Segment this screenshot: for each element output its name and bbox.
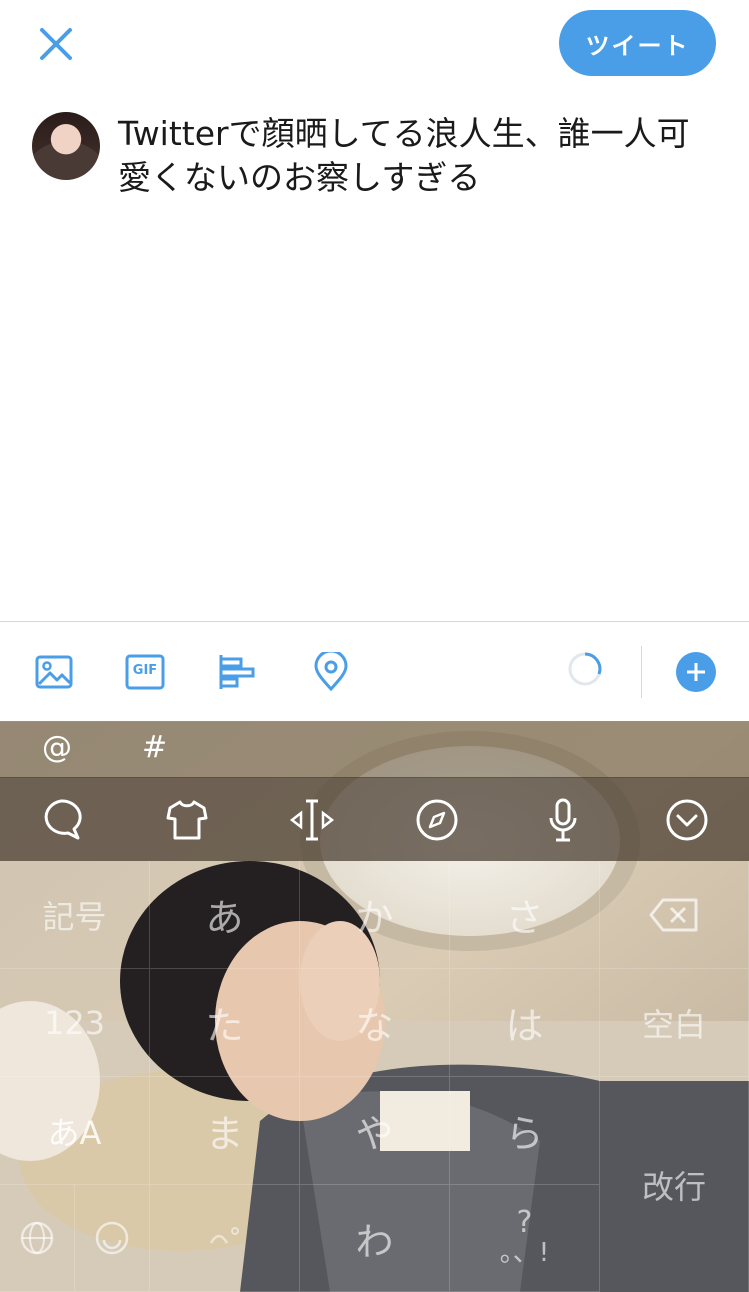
poll-icon [219,655,255,689]
tweet-button[interactable]: ツイート [559,10,716,76]
key-dakuten[interactable] [150,1185,300,1292]
key-na[interactable]: な [300,969,450,1077]
dakuten-icon [209,1227,239,1244]
key-kigou[interactable]: 記号 [0,861,150,969]
compose-header: ツイート [0,0,749,100]
punct-bottom: 。、! [499,1238,550,1268]
chat-bubble-icon[interactable] [38,797,84,843]
key-wa[interactable]: わ [300,1185,450,1292]
location-button[interactable] [311,649,351,692]
location-icon [314,649,348,692]
gif-label: GIF [132,663,158,678]
key-ra[interactable]: ら [450,1077,600,1185]
image-button[interactable] [34,652,74,692]
suggestion-bar: @ # [0,721,749,778]
dismiss-keyboard-icon[interactable] [664,797,710,843]
emoji-key[interactable] [75,1185,150,1292]
close-button[interactable] [36,24,76,64]
punct-top: ? [516,1205,533,1240]
key-ka[interactable]: か [300,861,450,969]
suggestion-hash[interactable]: # [142,730,167,765]
key-123[interactable]: 123 [0,969,150,1077]
globe-key[interactable] [0,1185,75,1292]
close-icon [40,28,72,60]
add-thread-button[interactable] [676,652,716,692]
keyboard-toolbar [0,777,749,861]
key-ma[interactable]: ま [150,1077,300,1185]
compose-textarea[interactable]: Twitterで顔晒してる浪人生、誰一人可愛くないのお察しすぎる [118,112,718,200]
key-sa[interactable]: さ [450,861,600,969]
backspace-icon [649,898,698,931]
image-icon [35,655,73,689]
suggestion-at[interactable]: @ [42,730,72,765]
key-ha[interactable]: は [450,969,600,1077]
gif-button[interactable]: GIF [125,652,165,692]
key-enter[interactable]: 改行 [600,1077,749,1292]
key-a[interactable]: あ [150,861,300,969]
key-kana-toggle[interactable]: あA [0,1077,150,1185]
keyboard: @ # 記号 あ か さ 123 た な は 空白 あA ま や ら 改行 わ … [0,721,749,1292]
emoji-icon [95,1221,129,1255]
cursor-move-icon[interactable] [289,797,335,843]
shirt-icon[interactable] [164,797,210,843]
character-counter-icon [568,652,602,686]
key-punctuation[interactable]: ? 。、! [450,1185,600,1292]
globe-icon [20,1221,54,1255]
avatar [32,112,100,180]
compose-toolbar: GIF [0,621,749,722]
key-ya[interactable]: や [300,1077,450,1185]
poll-button[interactable] [218,652,258,692]
toolbar-divider [641,646,642,698]
backspace-key[interactable] [600,861,749,969]
key-space[interactable]: 空白 [600,969,749,1077]
punctuation-label: ? 。、! [499,1205,550,1269]
key-ta[interactable]: た [150,969,300,1077]
compass-icon[interactable] [414,797,460,843]
microphone-icon[interactable] [540,797,586,843]
